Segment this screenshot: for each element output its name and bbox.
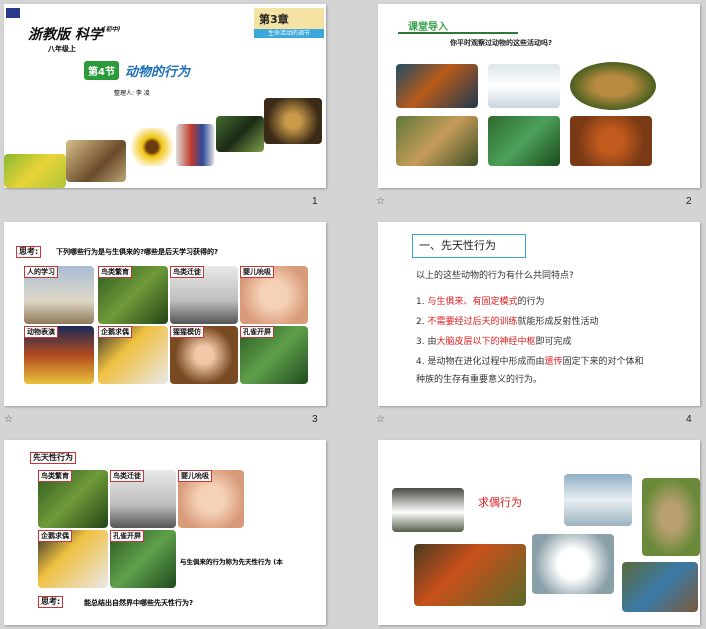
- toad-photo: [570, 62, 656, 110]
- label-animal-show: 动物表演: [24, 326, 58, 338]
- pheasants-photo: [414, 544, 526, 606]
- label-bird-breeding: 鸟类繁育: [38, 470, 72, 482]
- slide-3-number: 3: [312, 414, 318, 425]
- point-2: 2. 不需要经过后天的训练就能形成反射性活动: [416, 317, 599, 327]
- slide-2-question: 你平时观察过动物的这些活动吗?: [450, 39, 553, 47]
- slide-6-thumbnail[interactable]: 求偶行为: [378, 440, 700, 625]
- slide-5-question: 能总结出自然界中哪些先天性行为?: [84, 599, 194, 607]
- innate-caption: 与生俱来的行为称为先天性行为 (本: [180, 558, 283, 566]
- swan-photo: [488, 64, 560, 108]
- think-label: 思考:: [38, 596, 64, 608]
- label-bird-migration: 鸟类迁徙: [110, 470, 144, 482]
- weaver-nest-photo: [642, 478, 700, 556]
- slide-3-thumbnail[interactable]: 思考: 下列哪些行为是与生俱来的?哪些是后天学习获得的? 人的学习 鸟类繁育 鸟…: [4, 222, 326, 406]
- book-title: 浙教版 科学(初中): [28, 26, 121, 43]
- label-chimp-imitation: 猩猩模仿: [170, 326, 204, 338]
- label-penguin-courtship: 企鹅求偶: [38, 530, 72, 542]
- think-label: 思考:: [16, 246, 42, 258]
- label-baby-sucking: 婴儿吮吸: [240, 266, 274, 278]
- publisher-logo: [6, 8, 20, 18]
- label-human-learning: 人的学习: [24, 266, 58, 278]
- peacock-photo: [488, 116, 560, 166]
- slide-4-star-icon: ☆: [376, 414, 385, 425]
- point-3: 3. 由大脑皮层以下的神经中枢即可完成: [416, 337, 572, 347]
- slide-2-heading: 课堂导入: [408, 22, 448, 33]
- section-badge: 第4节 动物的行为: [84, 60, 190, 80]
- slide-2-number: 2: [686, 196, 692, 207]
- slide-4-thumbnail[interactable]: 一、先天性行为 以上的这些动物的行为有什么共同特点? 1. 与生俱来、有固定模式…: [378, 222, 700, 406]
- slide-4-intro: 以上的这些动物的行为有什么共同特点?: [416, 271, 574, 281]
- point-1: 1. 与生俱来、有固定模式的行为: [416, 297, 545, 307]
- cranes-photo: [564, 474, 632, 526]
- courtship-label: 求偶行为: [478, 496, 522, 509]
- point-4-continued: 种族的生存有重要意义的行为。: [416, 375, 543, 385]
- frog-photo: [4, 154, 66, 188]
- slide-2-star-icon: ☆: [376, 196, 385, 207]
- swans-photo: [392, 488, 464, 532]
- grade-label: 八年级上: [48, 45, 76, 53]
- fish-photo: [396, 64, 478, 108]
- heading-underline: [398, 32, 518, 34]
- blue-bird-photo: [622, 562, 698, 612]
- slide-1-thumbnail[interactable]: 浙教版 科学(初中) 八年级上 第3章 生命活动的调节 第4节 动物的行为 整理…: [4, 4, 326, 188]
- slide-2-thumbnail[interactable]: 课堂导入 你平时观察过动物的这些活动吗?: [378, 4, 700, 188]
- slide-4-number: 4: [686, 414, 692, 425]
- white-peacock-photo: [532, 534, 614, 594]
- leopard-photo: [396, 116, 478, 166]
- slide-4-heading: 一、先天性行为: [412, 234, 526, 258]
- innate-behavior-title: 先天性行为: [30, 452, 76, 464]
- label-peacock-display: 孔雀开屏: [110, 530, 144, 542]
- orangutan-photo: [570, 116, 652, 166]
- label-bird-migration: 鸟类迁徙: [170, 266, 204, 278]
- sunflower-photo: [126, 128, 178, 166]
- insect-photo: [216, 116, 264, 152]
- horses-photo: [66, 140, 126, 182]
- author-label: 整理人: 李 凌: [114, 90, 150, 97]
- slide-3-star-icon: ☆: [4, 414, 13, 425]
- label-penguin-courtship: 企鹅求偶: [98, 326, 132, 338]
- label-peacock-display: 孔雀开屏: [240, 326, 274, 338]
- chapter-badge: 第3章 生命活动的调节: [254, 8, 324, 38]
- slide-1-number: 1: [312, 196, 318, 207]
- slide-3-question: 下列哪些行为是与生俱来的?哪些是后天学习获得的?: [56, 248, 219, 256]
- parrot-photo: [176, 124, 214, 166]
- slide-5-thumbnail[interactable]: 先天性行为 鸟类繁育 鸟类迁徙 婴儿吮吸 企鹅求偶 孔雀开屏 与生俱来的行为称为…: [4, 440, 326, 625]
- label-baby-sucking: 婴儿吮吸: [178, 470, 212, 482]
- point-4: 4. 是动物在进化过程中形成而由遗传固定下来的对个体和: [416, 357, 644, 367]
- monkey-photo: [264, 98, 322, 144]
- label-bird-breeding: 鸟类繁育: [98, 266, 132, 278]
